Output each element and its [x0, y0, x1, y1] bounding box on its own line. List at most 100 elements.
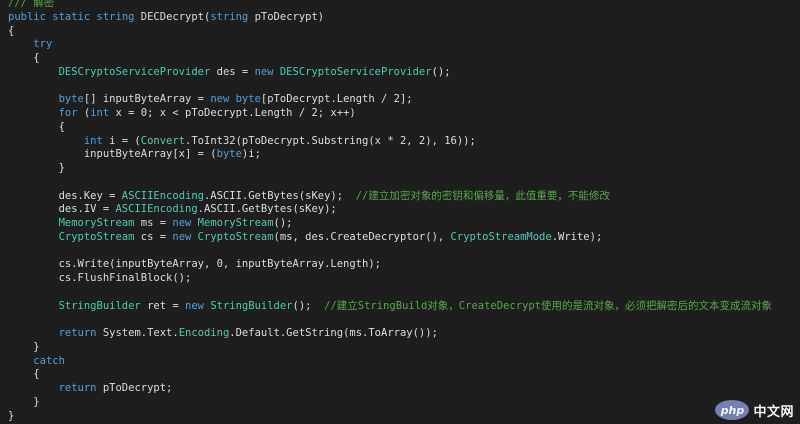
code-line[interactable] — [8, 313, 800, 327]
code-token: des.Key = — [8, 189, 122, 202]
code-token: { — [8, 120, 65, 133]
type-token: StringBuilder — [210, 299, 293, 312]
code-line[interactable] — [8, 80, 800, 94]
code-token: (); — [292, 299, 325, 312]
keyword-token: new — [172, 217, 192, 229]
php-logo-icon: php — [715, 400, 750, 420]
php-cn-watermark: php 中文网 — [715, 400, 794, 420]
type-token: MemoryStream — [197, 217, 274, 229]
code-token: des = — [210, 65, 255, 78]
type-token: Convert — [140, 134, 186, 147]
code-token: x = 0; x < pToDecrypt.Length / 2; x++) — [109, 107, 356, 119]
code-line[interactable]: des.IV = ASCIIEncoding.ASCII.GetBytes(sK… — [8, 203, 800, 217]
keyword-token: new — [210, 93, 230, 106]
code-editor[interactable]: /// 解密 public static string DECDecrypt(st… — [0, 0, 800, 424]
code-token: .ToInt32(pToDecrypt.Substring(x * 2, 2),… — [185, 134, 476, 147]
code-line[interactable]: { — [8, 52, 800, 66]
code-line[interactable] — [8, 286, 800, 300]
code-token: cs = — [134, 230, 173, 243]
type-token: MemoryStream — [58, 217, 135, 229]
watermark-site-text: 中文网 — [753, 404, 794, 420]
keyword-token: byte — [58, 93, 84, 106]
code-token: (ms, des.CreateDecryptor(), — [273, 230, 451, 243]
code-line[interactable]: StringBuilder ret = new StringBuilder();… — [8, 300, 800, 314]
code-area[interactable]: /// 解密 public static string DECDecrypt(st… — [8, 0, 800, 423]
code-token: } — [8, 395, 40, 408]
code-line[interactable]: } — [8, 341, 800, 355]
code-line[interactable]: return pToDecrypt; — [8, 382, 800, 396]
code-line[interactable]: cs.FlushFinalBlock(); — [8, 272, 800, 286]
watermark-logo-text: php — [720, 403, 745, 417]
code-token: } — [8, 162, 65, 174]
keyword-token: for — [58, 107, 78, 119]
comment-token: //建立加密对象的密钥和偏移量，此值重要，不能修改 — [355, 189, 610, 202]
code-line[interactable] — [8, 245, 800, 259]
code-line[interactable]: DESCryptoServiceProvider des = new DESCr… — [8, 66, 800, 80]
comment-token: /// 解密 — [8, 0, 55, 9]
code-token: (); — [273, 217, 293, 229]
code-token: } — [8, 340, 40, 353]
keyword-token: return — [58, 327, 97, 339]
keyword-token: string — [96, 10, 135, 23]
type-token: CryptoStream — [58, 230, 135, 243]
code-token: .ASCII.GetBytes(sKey); — [203, 189, 356, 202]
code-token: inputByteArray[x] = ( — [8, 148, 217, 161]
keyword-token: new — [185, 299, 204, 312]
keyword-token: catch — [33, 354, 65, 367]
code-token: { — [8, 24, 15, 37]
code-line[interactable]: { — [8, 121, 800, 135]
code-token: pToDecrypt; — [96, 382, 173, 394]
keyword-token: try — [33, 38, 53, 51]
code-line[interactable]: des.Key = ASCIIEncoding.ASCII.GetBytes(s… — [8, 190, 800, 204]
keyword-token: byte — [235, 93, 261, 106]
code-line[interactable]: { — [8, 368, 800, 382]
code-line[interactable]: inputByteArray[x] = (byte)i; — [8, 148, 800, 162]
code-line[interactable]: } — [8, 410, 800, 424]
code-token: [] inputByteArray = — [83, 93, 211, 106]
type-token: Encoding — [178, 327, 230, 339]
type-token: CryptoStream — [197, 230, 274, 243]
code-line[interactable] — [8, 176, 800, 190]
keyword-token: return — [58, 382, 97, 394]
code-token: { — [8, 368, 40, 381]
type-token: StringBuilder — [58, 299, 141, 312]
code-line[interactable]: for (int x = 0; x < pToDecrypt.Length / … — [8, 107, 800, 121]
code-token: cs.FlushFinalBlock(); — [8, 272, 192, 284]
code-line[interactable]: /// 解密 — [8, 0, 800, 11]
code-line[interactable]: catch — [8, 355, 800, 369]
keyword-token: int — [83, 134, 103, 147]
keyword-token: static — [52, 10, 91, 23]
code-token: [pToDecrypt.Length / 2]; — [260, 93, 413, 106]
type-token: ASCIIEncoding — [115, 203, 198, 216]
type-token: CryptoStreamMode — [450, 230, 552, 243]
code-line[interactable]: public static string DECDecrypt(string p… — [8, 11, 800, 25]
code-token: .Default.GetString(ms.ToArray()); — [229, 327, 438, 339]
code-line[interactable]: int i = (Convert.ToInt32(pToDecrypt.Subs… — [8, 135, 800, 149]
code-line[interactable]: byte[] inputByteArray = new byte[pToDecr… — [8, 93, 800, 107]
code-line[interactable]: try — [8, 38, 800, 52]
code-line[interactable]: { — [8, 25, 800, 39]
code-token: { — [8, 52, 40, 64]
code-line[interactable]: CryptoStream cs = new CryptoStream(ms, d… — [8, 231, 800, 245]
code-line[interactable]: return System.Text.Encoding.Default.GetS… — [8, 327, 800, 341]
code-line[interactable]: } — [8, 396, 800, 410]
code-token: (); — [431, 65, 451, 78]
code-token: i = ( — [102, 134, 141, 147]
code-token: ( — [77, 107, 91, 119]
comment-token: //建立StringBuild对象，CreateDecrypt使用的是流对象，必… — [324, 299, 772, 312]
code-token: )i; — [241, 148, 261, 161]
code-line[interactable]: } — [8, 162, 800, 176]
keyword-token: int — [90, 107, 110, 119]
code-line[interactable]: cs.Write(inputByteArray, 0, inputByteArr… — [8, 258, 800, 272]
code-token: des.IV = — [8, 203, 116, 216]
code-line[interactable]: MemoryStream ms = new MemoryStream(); — [8, 217, 800, 231]
type-token: DESCryptoServiceProvider — [58, 65, 211, 78]
